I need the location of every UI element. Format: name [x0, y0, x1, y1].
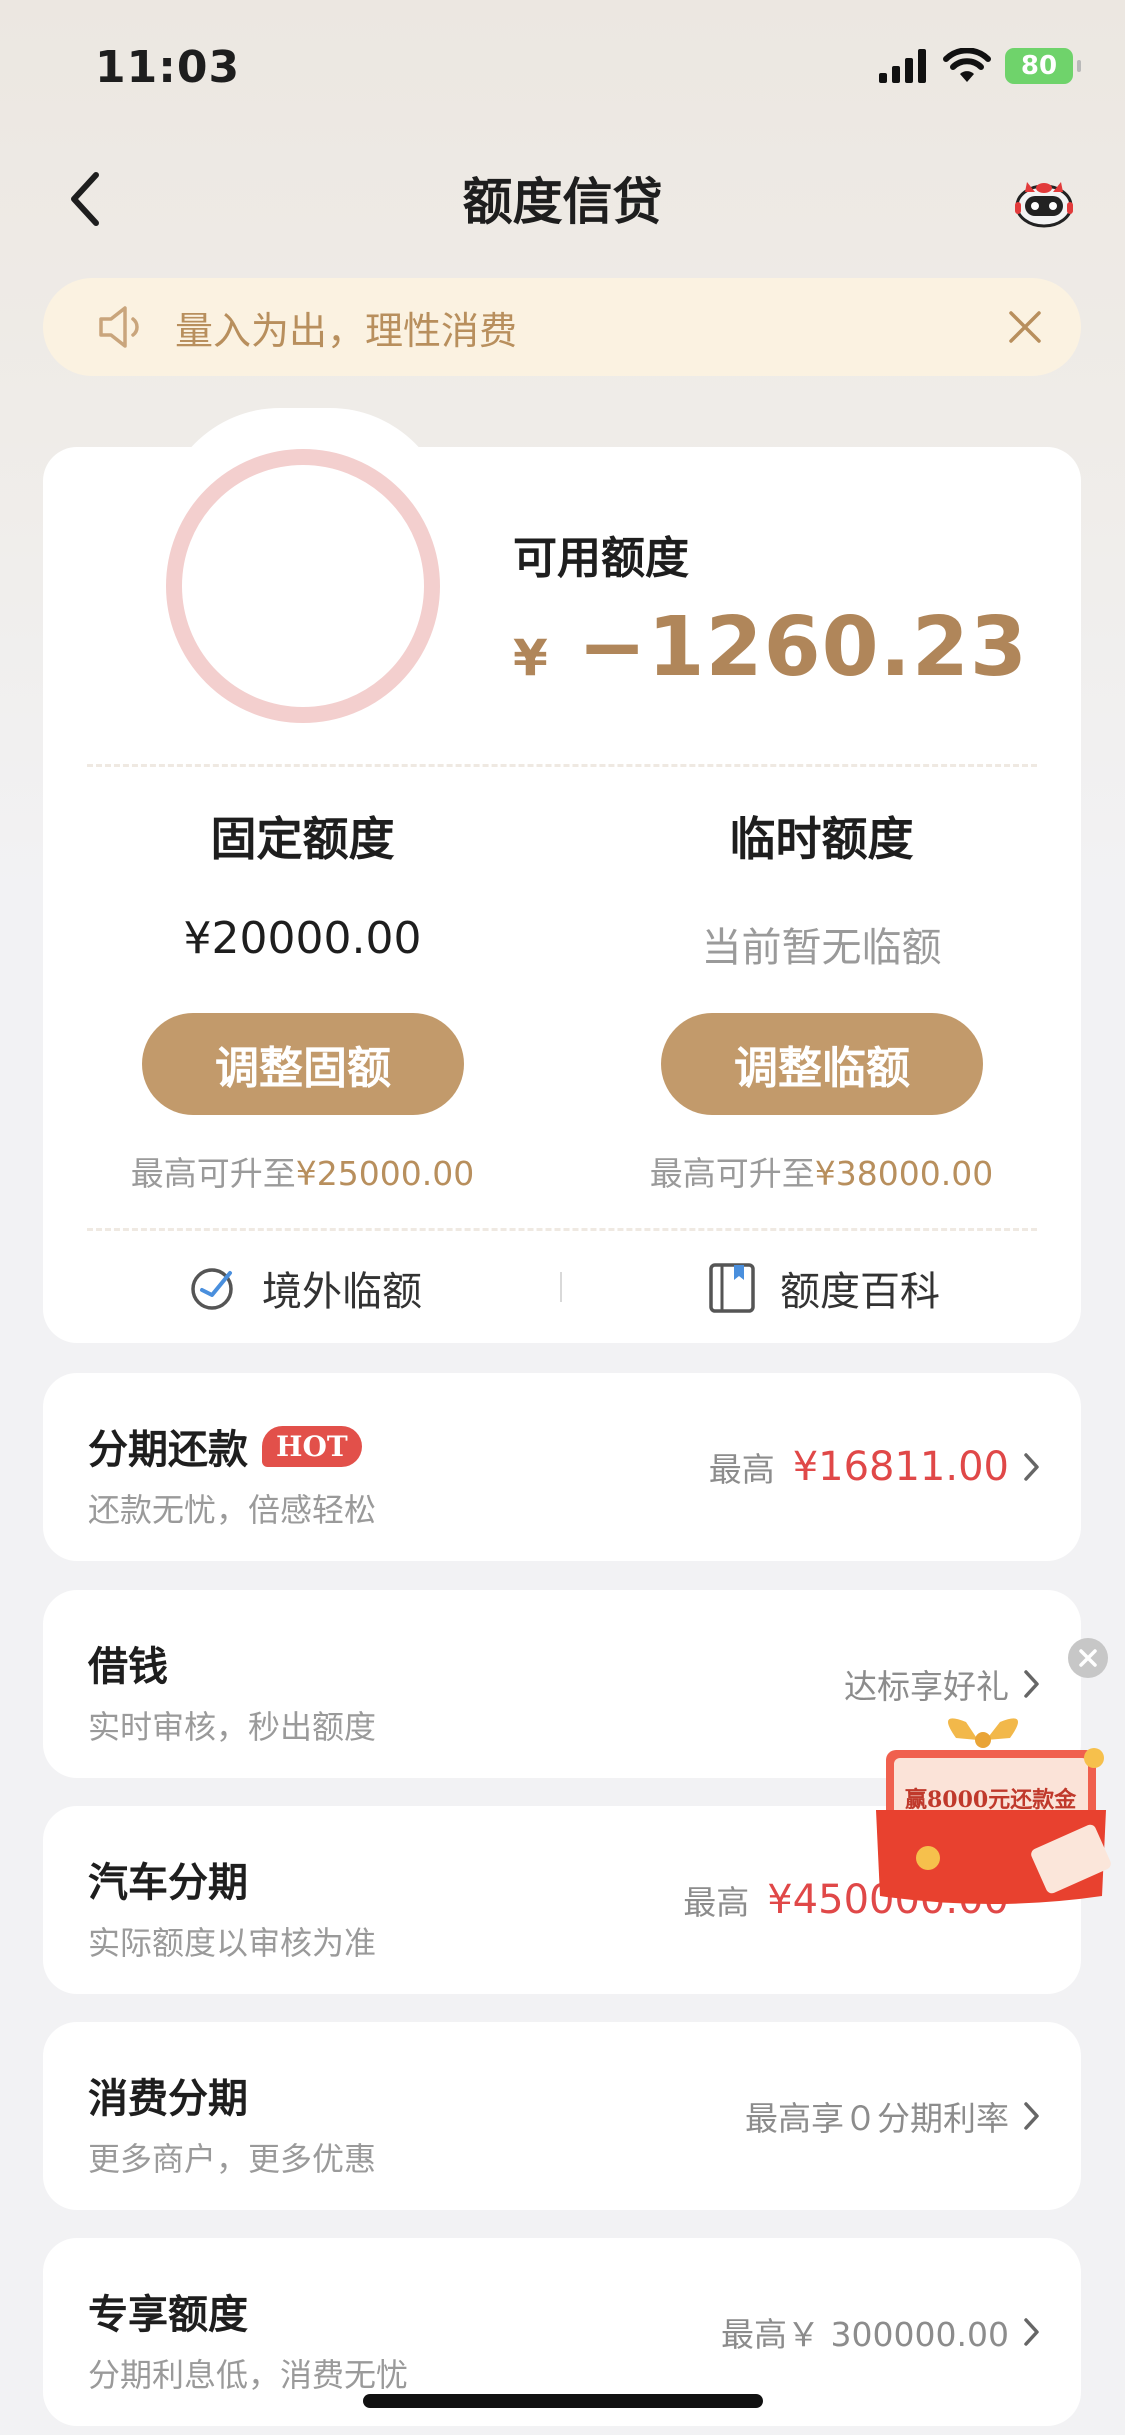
row-title: 消费分期 [88, 2076, 248, 2122]
available-amount-value: −1260.23 [577, 600, 1028, 695]
row-title: 借钱 [88, 1644, 168, 1690]
row-subtitle: 更多商户，更多优惠 [88, 2140, 377, 2178]
promo-text: 赢8000元还款金 [905, 1787, 1077, 1813]
close-icon[interactable] [1005, 307, 1045, 347]
chevron-right-icon [1024, 2102, 1039, 2130]
divider [87, 764, 1037, 767]
row-title: 专享额度 [88, 2292, 248, 2338]
row-right-info: 最高享０分期利率 [745, 2022, 1009, 2210]
adjust-temporary-credit-button[interactable]: 调整临额 [661, 1013, 983, 1115]
installment-repayment-row[interactable]: 分期还款 HOT 还款无忧，倍感轻松 最高 ¥16811.00 [43, 1373, 1081, 1561]
credit-encyclopedia-link[interactable]: 额度百科 [708, 1259, 940, 1317]
speaker-icon [99, 306, 139, 348]
fixed-credit-hint: 最高可升至¥25000.00 [43, 1147, 562, 1195]
encyclopedia-link-label: 额度百科 [780, 1269, 940, 1315]
row-subtitle: 分期利息低，消费无忧 [88, 2356, 409, 2394]
row-subtitle: 实时审核，秒出额度 [88, 1708, 377, 1746]
adjust-fixed-credit-button[interactable]: 调整固额 [142, 1013, 464, 1115]
available-credit-amount: ¥ −1260.23 [513, 600, 1028, 695]
status-time: 11:03 [95, 42, 241, 93]
plane-globe-icon [191, 1268, 233, 1310]
row-subtitle: 实际额度以审核为准 [88, 1924, 377, 1962]
max-amount: ¥16811.00 [792, 1444, 1009, 1490]
temporary-hint-prefix: 最高可升至 [649, 1154, 815, 1193]
fixed-credit-title: 固定额度 [210, 812, 395, 866]
battery-level: 80 [1020, 51, 1058, 81]
page-title: 额度信贷 [462, 173, 663, 231]
fixed-credit-value: ¥20000.00 [183, 913, 422, 964]
notice-text: 量入为出，理性消费 [175, 308, 518, 353]
row-right-info: 最高 ¥16811.00 [709, 1373, 1009, 1561]
overseas-temp-credit-link[interactable]: 境外临额 [188, 1259, 422, 1317]
available-credit-label: 可用额度 [513, 533, 689, 584]
chevron-right-icon [1024, 2318, 1039, 2346]
temporary-credit-title: 临时额度 [729, 812, 914, 866]
row-title-text: 分期还款 [88, 1427, 248, 1473]
max-label: 最高 [683, 1883, 750, 1922]
notice-bar: 量入为出，理性消费 [43, 278, 1081, 376]
home-indicator[interactable] [363, 2394, 763, 2408]
credit-usage-ring [166, 449, 440, 723]
overseas-link-label: 境外临额 [262, 1269, 422, 1315]
assistant-robot-icon[interactable] [1011, 166, 1077, 232]
row-right-text: 最高享０分期利率 [745, 2099, 1009, 2138]
row-subtitle: 还款无忧，倍感轻松 [88, 1491, 377, 1529]
temporary-credit-value: 当前暂无临额 [701, 925, 942, 971]
temporary-credit-hint: 最高可升至¥38000.00 [562, 1147, 1081, 1195]
wifi-icon [943, 48, 991, 82]
max-label: 最高 [708, 1450, 775, 1489]
promo-close-icon[interactable] [1068, 1638, 1108, 1678]
battery-icon: 80 [1005, 48, 1081, 84]
chevron-right-icon [1024, 1453, 1039, 1481]
temporary-hint-amount: ¥38000.00 [814, 1154, 994, 1193]
consumer-installment-row[interactable]: 消费分期 更多商户，更多优惠 最高享０分期利率 [43, 2022, 1081, 2210]
hot-badge: HOT [262, 1425, 362, 1467]
row-title: 分期还款 HOT [88, 1417, 362, 1475]
row-title: 汽车分期 [88, 1860, 248, 1906]
row-right-text: 最高￥ 300000.00 [721, 2315, 1009, 2354]
fixed-hint-prefix: 最高可升至 [130, 1154, 296, 1193]
chevron-right-icon [1024, 1670, 1039, 1698]
book-icon [709, 1263, 755, 1313]
signal-icon [879, 49, 926, 83]
link-separator [560, 1272, 562, 1302]
row-right-info: 最高￥ 300000.00 [721, 2238, 1009, 2426]
currency-symbol: ¥ [513, 629, 548, 687]
divider [87, 1228, 1037, 1231]
fixed-hint-amount: ¥25000.00 [295, 1154, 475, 1193]
status-icons: 80 [879, 48, 1081, 84]
